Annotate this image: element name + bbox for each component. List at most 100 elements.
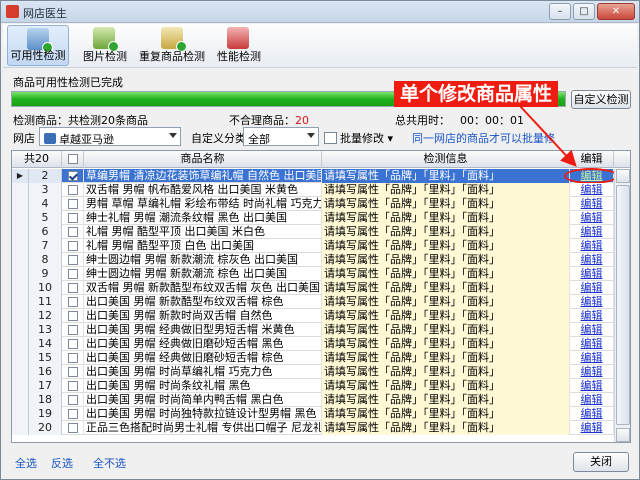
table-row[interactable]: 18 出口美国 男帽 时尚简单内鸭舌帽 黑白色 请填写属性「品牌」「里料」「面料」编…	[12, 393, 614, 407]
shop-select[interactable]: 卓越亚马逊	[39, 127, 181, 146]
filter-bar: 网店 卓越亚马逊 自定义分类 全部 批量修改 ▾ 同一网店的商品才可以批量修	[1, 127, 640, 147]
tab-duplicate-check[interactable]: 重复商品检测	[139, 25, 205, 66]
edit-link[interactable]: 编辑	[581, 211, 603, 224]
check-info: 请填写属性「品牌」「里料」「面料」	[322, 169, 570, 183]
table-row[interactable]: 7 礼帽 男帽 酷型平顶 白色 出口美国 请填写属性「品牌」「里料」「面料」 编辑	[12, 239, 614, 253]
row-checkbox[interactable]	[62, 211, 84, 225]
row-checkbox[interactable]	[62, 379, 84, 393]
edit-link[interactable]: 编辑	[581, 365, 603, 378]
tab-availability-check[interactable]: 可用性检测	[7, 25, 69, 66]
table-row[interactable]: 10 双舌帽 男帽 新款酷型布纹双舌帽 灰色 出口美国 请填写属性「品牌」「里料」「…	[12, 281, 614, 295]
scroll-up-button[interactable]	[616, 169, 630, 183]
edit-link[interactable]: 编辑	[581, 323, 603, 336]
row-indicator	[12, 197, 29, 211]
table-row[interactable]: 11 出口美国 男帽 新款酷型布纹双舌帽 棕色 请填写属性「品牌」「里料」「面料」编…	[12, 295, 614, 309]
row-checkbox[interactable]	[62, 169, 84, 183]
edit-link[interactable]: 编辑	[581, 239, 603, 252]
edit-cell: 编辑	[570, 295, 614, 309]
table-row[interactable]: 15 出口美国 男帽 经典做旧磨砂短舌帽 棕色 请填写属性「品牌」「里料」「面料」编…	[12, 351, 614, 365]
edit-link[interactable]: 编辑	[581, 351, 603, 364]
product-name: 出口美国 男帽 时尚简单内鸭舌帽 黑白色	[84, 393, 322, 407]
table-row[interactable]: 14 出口美国 男帽 经典做旧磨砂短舌帽 黑色 请填写属性「品牌」「里料」「面料」编…	[12, 337, 614, 351]
row-checkbox[interactable]	[62, 365, 84, 379]
row-checkbox[interactable]	[62, 407, 84, 421]
table-row[interactable]: 13 出口美国 男帽 经典做旧型男短舌帽 米黄色 请填写属性「品牌」「里料」「面料」…	[12, 323, 614, 337]
row-checkbox[interactable]	[62, 421, 84, 435]
vertical-scrollbar[interactable]	[614, 169, 630, 442]
product-name: 绅士圆边帽 男帽 新款潮流 棕色 出口美国	[84, 267, 322, 281]
batch-edit-button[interactable]: 批量修改 ▾	[324, 130, 393, 146]
table-row[interactable]: 17 出口美国 男帽 时尚条纹礼帽 黑色 请填写属性「品牌」「里料」「面料」 编辑	[12, 379, 614, 393]
row-indicator	[12, 393, 29, 407]
performance-icon	[227, 27, 249, 49]
edit-link[interactable]: 编辑	[581, 197, 603, 210]
select-all-link[interactable]: 全选	[15, 455, 37, 471]
row-checkbox[interactable]	[62, 239, 84, 253]
edit-link[interactable]: 编辑	[581, 337, 603, 350]
edit-link[interactable]: 编辑	[581, 225, 603, 238]
scroll-down-button[interactable]	[616, 428, 630, 442]
product-name: 草编男帽 清凉边花装饰草编礼帽 自然色 出口美国	[86, 169, 322, 183]
edit-link[interactable]: 编辑	[581, 421, 603, 434]
row-checkbox[interactable]	[62, 393, 84, 407]
close-window-button[interactable]: ✕	[597, 3, 635, 20]
table-row[interactable]: 20 正品三色搭配时尚男士礼帽 专供出口帽子 尼龙礼帽... 请填写属性「品牌」「里…	[12, 421, 614, 435]
minimize-button[interactable]: –	[549, 3, 571, 20]
edit-link[interactable]: 编辑	[581, 393, 603, 406]
row-checkbox[interactable]	[62, 197, 84, 211]
table-row[interactable]: 12 出口美国 男帽 新款时尚双舌帽 自然色 请填写属性「品牌」「里料」「面料」 编辑	[12, 309, 614, 323]
custom-check-button[interactable]: 自定义检测	[571, 90, 631, 109]
row-indicator	[12, 351, 29, 365]
row-indicator	[12, 421, 29, 435]
edit-link[interactable]: 编辑	[581, 267, 603, 280]
row-checkbox[interactable]	[62, 225, 84, 239]
edit-link[interactable]: 编辑	[581, 295, 603, 308]
elapsed-time-value: 00：00：01	[460, 114, 524, 127]
batch-hint-link[interactable]: 同一网店的商品才可以批量修	[412, 130, 555, 146]
product-name: 礼帽 男帽 酷型平顶 出口美国 米白色	[84, 225, 322, 239]
info-header[interactable]: 检测信息	[322, 151, 570, 168]
table-row[interactable]: 8 绅士圆边帽 男帽 新款潮流 棕灰色 出口美国 请填写属性「品牌」「里料」「面料」…	[12, 253, 614, 267]
row-checkbox[interactable]	[62, 295, 84, 309]
row-checkbox[interactable]	[62, 309, 84, 323]
tab-performance-check[interactable]: 性能检测	[213, 25, 265, 66]
edit-link[interactable]: 编辑	[581, 379, 603, 392]
close-button[interactable]: 关闭	[573, 452, 629, 472]
row-checkbox[interactable]	[62, 337, 84, 351]
edit-link[interactable]: 编辑	[581, 183, 603, 196]
edit-cell: 编辑	[570, 253, 614, 267]
row-checkbox[interactable]	[62, 183, 84, 197]
edit-link[interactable]: 编辑	[581, 253, 603, 266]
row-checkbox[interactable]	[62, 253, 84, 267]
edit-header: 编辑	[570, 151, 614, 168]
table-row[interactable]: 19 出口美国 男帽 时尚独特款拉链设计型男帽 黑色 请填写属性「品牌」「里料」「面…	[12, 407, 614, 421]
check-info: 请填写属性「品牌」「里料」「面料」	[322, 211, 570, 225]
category-select[interactable]: 全部	[243, 127, 319, 146]
table-row[interactable]: 9 绅士圆边帽 男帽 新款潮流 棕色 出口美国 请填写属性「品牌」「里料」「面料」编…	[12, 267, 614, 281]
check-info: 请填写属性「品牌」「里料」「面料」	[322, 421, 570, 435]
category-label: 自定义分类	[191, 132, 246, 145]
table-row[interactable]: 4 男帽 草帽 草编礼帽 彩绘布带结 时尚礼帽 巧克力... 请填写属性「品牌」「里…	[12, 197, 614, 211]
row-checkbox[interactable]	[62, 267, 84, 281]
table-row[interactable]: 3 双舌帽 男帽 帆布酷爱风格 出口美国 米黄色 请填写属性「品牌」「里料」「面料」…	[12, 183, 614, 197]
edit-link[interactable]: 编辑	[581, 407, 603, 420]
table-row[interactable]: 6 礼帽 男帽 酷型平顶 出口美国 米白色 请填写属性「品牌」「里料」「面料」 编辑	[12, 225, 614, 239]
check-info: 请填写属性「品牌」「里料」「面料」	[322, 295, 570, 309]
invert-selection-link[interactable]: 反选	[51, 455, 73, 471]
tab-image-check[interactable]: 图片检测	[79, 25, 131, 66]
select-all-checkbox-header[interactable]	[62, 151, 84, 168]
edit-link[interactable]: 编辑	[581, 309, 603, 322]
row-checkbox[interactable]	[62, 281, 84, 295]
name-header[interactable]: 商品名称	[84, 151, 322, 168]
select-none-link[interactable]: 全不选	[93, 455, 126, 471]
product-name: 出口美国 男帽 经典做旧型男短舌帽 米黄色	[84, 323, 322, 337]
app-window: 网店医生 – □ ✕ 可用性检测 图片检测 重复商品检测 性能检测 商品可用性检…	[0, 0, 640, 480]
scroll-thumb[interactable]	[616, 185, 630, 425]
table-row[interactable]: 16 出口美国 男帽 时尚草编礼帽 巧克力色 请填写属性「品牌」「里料」「面料」 编辑	[12, 365, 614, 379]
table-row[interactable]: 5 绅士礼帽 男帽 潮流条纹帽 黑色 出口美国 请填写属性「品牌」「里料」「面料」编…	[12, 211, 614, 225]
row-checkbox[interactable]	[62, 323, 84, 337]
maximize-button[interactable]: □	[573, 3, 595, 20]
row-checkbox[interactable]	[62, 351, 84, 365]
table-row[interactable]: ▶ 2 草编男帽 清凉边花装饰草编礼帽 自然色 出口美国 请填写属性「品牌」「里料」「…	[12, 168, 618, 184]
edit-link[interactable]: 编辑	[581, 281, 603, 294]
